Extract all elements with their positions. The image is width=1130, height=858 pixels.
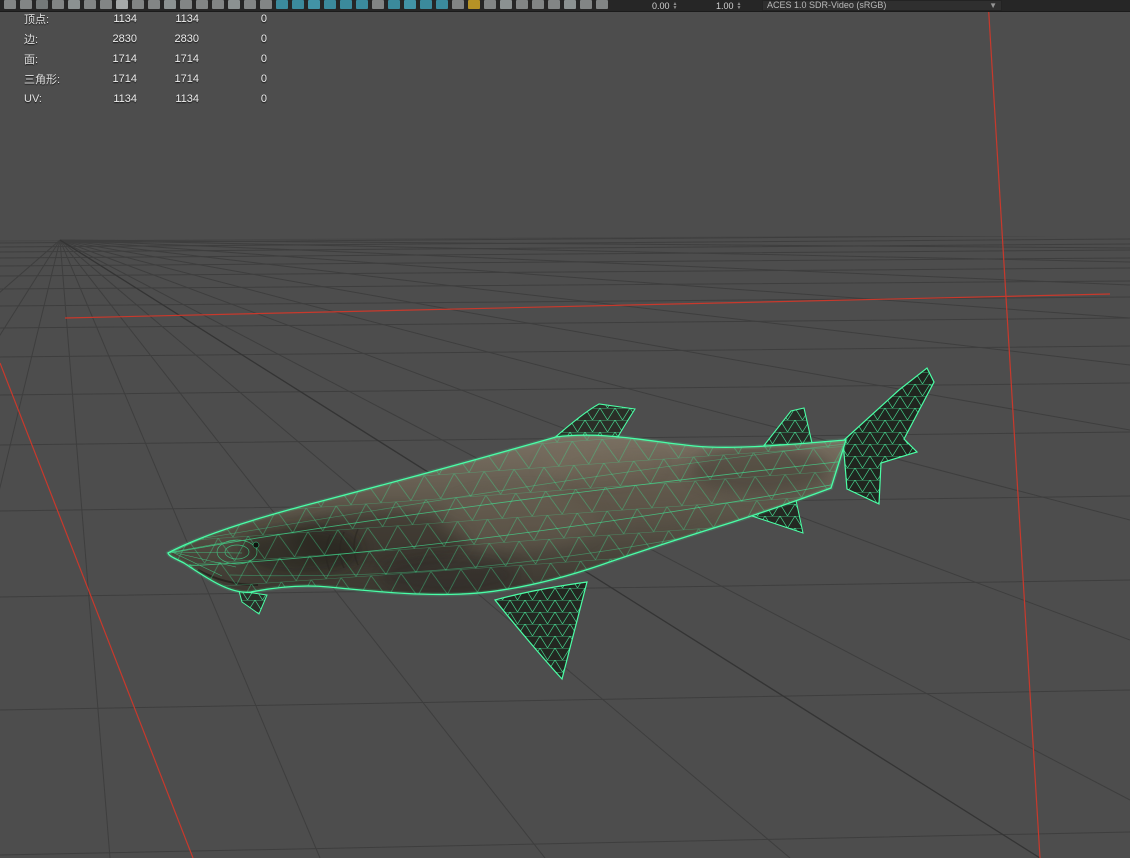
hud-value-component: 0: [260, 53, 267, 65]
toolbar-value-field-2[interactable]: 1.00 ▲ ▼: [716, 0, 741, 11]
hud-label: UV:: [24, 93, 42, 105]
toolbar-icon[interactable]: [532, 0, 544, 9]
hud-value-total: 2830: [112, 33, 137, 45]
hud-value-component: 0: [260, 93, 267, 105]
poly-count-hud: 顶点: 1134 1134 0 边: 2830 2830 0 面: 1714 1…: [24, 9, 267, 109]
toolbar-icon[interactable]: [244, 0, 256, 9]
toolbar-icon[interactable]: [292, 0, 304, 9]
toolbar-icon[interactable]: [596, 0, 608, 9]
toolbar-icon[interactable]: [388, 0, 400, 9]
toolbar-icon[interactable]: [180, 0, 192, 9]
toolbar-icon[interactable]: [36, 0, 48, 9]
hud-value-selected: 2830: [174, 33, 199, 45]
chevron-down-icon: ▼: [989, 0, 997, 10]
hud-row-vertices: 顶点: 1134 1134 0: [24, 9, 267, 29]
hud-value-total: 1134: [113, 93, 137, 105]
toolbar-icon[interactable]: [52, 0, 64, 9]
toolbar-icon[interactable]: [420, 0, 432, 9]
hud-label: 顶点:: [24, 14, 50, 26]
toolbar-value-field-1-value: 0.00: [652, 0, 670, 11]
shark-eye: [252, 541, 260, 549]
toolbar-icon[interactable]: [436, 0, 448, 9]
toolbar-icon[interactable]: [372, 0, 384, 9]
colorspace-dropdown-value: ACES 1.0 SDR-Video (sRGB): [767, 0, 887, 10]
toolbar-icon[interactable]: [212, 0, 224, 9]
hud-value-component: 0: [260, 33, 267, 45]
hud-value-selected: 1714: [174, 73, 199, 85]
hud-value-total: 1134: [113, 13, 137, 25]
hud-label: 边:: [24, 34, 39, 46]
toolbar-icon[interactable]: [4, 0, 16, 9]
maya-viewport-window: 0.00 ▲ ▼ 1.00 ▲ ▼ ACES 1.0 SDR-Video (sR…: [0, 0, 1130, 858]
toolbar-icon[interactable]: [164, 0, 176, 9]
toolbar-icon[interactable]: [548, 0, 560, 9]
hud-value-component: 0: [260, 73, 267, 85]
toolbar-value-field-2-value: 1.00: [716, 0, 734, 11]
spinner-icon[interactable]: ▲ ▼: [737, 1, 742, 10]
hud-row-edges: 边: 2830 2830 0: [24, 29, 267, 49]
spinner-down-icon[interactable]: ▼: [673, 5, 678, 10]
hud-value-component: 0: [260, 13, 267, 25]
toolbar-value-field-1[interactable]: 0.00 ▲ ▼: [652, 0, 677, 11]
hud-value-selected: 1134: [175, 93, 199, 105]
toolbar-icon[interactable]: [324, 0, 336, 9]
toolbar-icon[interactable]: [148, 0, 160, 9]
status-line-toolbar: 0.00 ▲ ▼ 1.00 ▲ ▼ ACES 1.0 SDR-Video (sR…: [0, 0, 1130, 12]
toolbar-icon[interactable]: [260, 0, 272, 9]
toolbar-icon[interactable]: [308, 0, 320, 9]
hud-value-total: 1714: [112, 53, 137, 65]
toolbar-icon[interactable]: [404, 0, 416, 9]
toolbar-icon[interactable]: [564, 0, 576, 9]
toolbar-icon[interactable]: [228, 0, 240, 9]
toolbar-icon[interactable]: [100, 0, 112, 9]
hud-value-selected: 1134: [175, 13, 199, 25]
toolbar-icon[interactable]: [340, 0, 352, 9]
toolbar-icon[interactable]: [500, 0, 512, 9]
toolbar-icon[interactable]: [516, 0, 528, 9]
toolbar-icon[interactable]: [452, 0, 464, 9]
hud-row-triangles: 三角形: 1714 1714 0: [24, 69, 267, 89]
toolbar-icon[interactable]: [484, 0, 496, 9]
toolbar-icon[interactable]: [196, 0, 208, 9]
toolbar-icon[interactable]: [468, 0, 480, 9]
toolbar-icon[interactable]: [84, 0, 96, 9]
hud-row-uvs: UV: 1134 1134 0: [24, 89, 267, 109]
toolbar-icon[interactable]: [116, 0, 128, 9]
toolbar-icon[interactable]: [68, 0, 80, 9]
viewport-3d[interactable]: [0, 0, 1130, 858]
toolbar-icon[interactable]: [276, 0, 288, 9]
toolbar-icon[interactable]: [580, 0, 592, 9]
hud-label: 三角形:: [24, 74, 61, 86]
spinner-down-icon[interactable]: ▼: [737, 5, 742, 10]
toolbar-icon[interactable]: [132, 0, 144, 9]
colorspace-dropdown[interactable]: ACES 1.0 SDR-Video (sRGB) ▼: [762, 0, 1002, 11]
toolbar-icon[interactable]: [20, 0, 32, 9]
hud-label: 面:: [24, 54, 39, 66]
hud-row-faces: 面: 1714 1714 0: [24, 49, 267, 69]
hud-value-total: 1714: [112, 73, 137, 85]
toolbar-icon[interactable]: [356, 0, 368, 9]
hud-value-selected: 1714: [174, 53, 199, 65]
spinner-icon[interactable]: ▲ ▼: [673, 1, 678, 10]
